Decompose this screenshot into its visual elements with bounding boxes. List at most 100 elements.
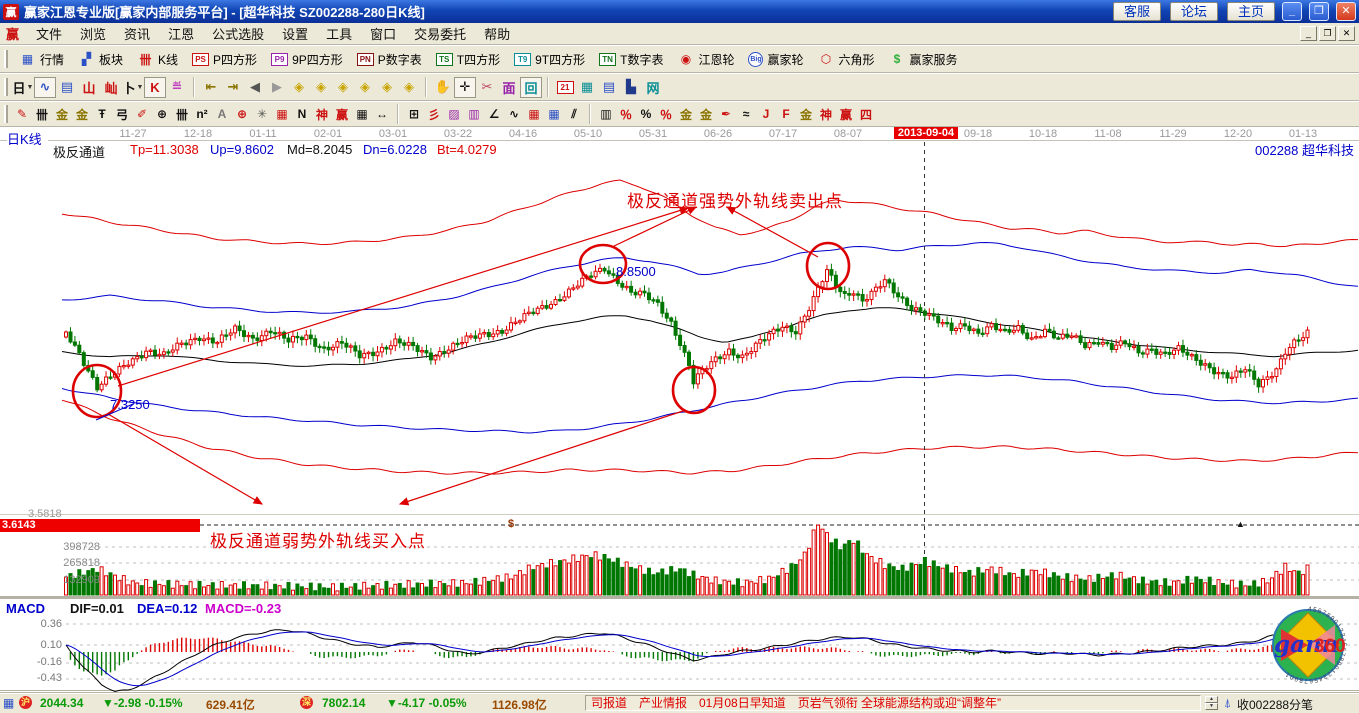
percent-tool[interactable]: % (636, 105, 656, 124)
gold-line-tool[interactable]: 金 (696, 105, 716, 124)
winner-wheel-button[interactable]: Big赢家轮 (741, 50, 810, 69)
grid-ruler-tool[interactable]: 卌 (172, 105, 192, 124)
fan-lines-tool[interactable]: 彡 (424, 105, 444, 124)
time-grid-tool[interactable]: ▦ (544, 105, 564, 124)
menu-item-4[interactable]: 公式选股 (203, 22, 273, 45)
menu-item-9[interactable]: 帮助 (475, 22, 519, 45)
quote-grid-icon[interactable]: ▦ (3, 696, 14, 710)
price-grid-tool[interactable]: ▦ (524, 105, 544, 124)
prev-button[interactable]: ◀ (244, 77, 266, 98)
percent-retrace-tool[interactable]: ％ (656, 105, 676, 124)
save-button[interactable]: ▙ (620, 77, 642, 98)
wave-box-tool[interactable]: ≈ (736, 105, 756, 124)
three-bars-button[interactable]: 山 (78, 77, 100, 98)
ying-grid-tool[interactable]: 赢 (332, 105, 352, 124)
winner-service-button[interactable]: $赢家服务 (882, 50, 965, 69)
percent-line-tool[interactable]: ％ (616, 105, 636, 124)
k-box-button[interactable]: K (144, 77, 166, 98)
shaded-box-tool[interactable]: ▨ (444, 105, 464, 124)
shen-grid-tool[interactable]: 神 (312, 105, 332, 124)
n-wave-tool[interactable]: N (292, 105, 312, 124)
homepage-button[interactable]: 主页 (1227, 2, 1275, 21)
p-square-button[interactable]: PSP四方形 (185, 50, 264, 69)
first-page-button[interactable]: ⇤ (200, 77, 222, 98)
red-grid-tool[interactable]: ▦ (272, 105, 292, 124)
child-minimize-button[interactable]: _ (1300, 26, 1317, 41)
menu-item-7[interactable]: 窗口 (361, 22, 405, 45)
child-close-button[interactable]: ✕ (1338, 26, 1355, 41)
squeeze-right-button[interactable]: ◈ (310, 77, 332, 98)
gann-wheel-button[interactable]: ◉江恩轮 (670, 50, 741, 69)
color-bars-button[interactable]: ≝ (166, 77, 188, 98)
scissors-button[interactable]: ✂ (476, 77, 498, 98)
t-number-button[interactable]: TNT数字表 (592, 50, 670, 69)
shen-angle-tool[interactable]: 神 (816, 105, 836, 124)
forum-button[interactable]: 论坛 (1170, 2, 1218, 21)
star-grid-tool[interactable]: ✳ (252, 105, 272, 124)
next-button[interactable]: ▶ (266, 77, 288, 98)
ink-tool[interactable]: ✒ (716, 105, 736, 124)
calculator-button[interactable]: ▦ (576, 77, 598, 98)
menu-item-6[interactable]: 工具 (317, 22, 361, 45)
gold-grid-tool[interactable]: 金 (52, 105, 72, 124)
menu-item-1[interactable]: 浏览 (71, 22, 115, 45)
volume-ruler-tool[interactable]: ▥ (596, 105, 616, 124)
info-list-button[interactable]: ▤ (56, 77, 78, 98)
quotes-button[interactable]: ▦行情 (12, 50, 71, 69)
menu-item-5[interactable]: 设置 (273, 22, 317, 45)
ticker-spinner[interactable]: ▲▼ (1205, 696, 1218, 710)
pencil-tool[interactable]: ✐ (132, 105, 152, 124)
squeeze-left-button[interactable]: ◈ (288, 77, 310, 98)
mask-tool-button[interactable]: 面 (498, 77, 520, 98)
text-tool[interactable]: A (212, 105, 232, 124)
f-angle-tool[interactable]: F (776, 105, 796, 124)
shrink-v-button[interactable]: ◈ (376, 77, 398, 98)
crosshair-button[interactable]: ✛ (454, 77, 476, 98)
trend-chart-button[interactable]: ∿ (34, 77, 56, 98)
j-angle-tool[interactable]: J (756, 105, 776, 124)
shrink-h-button[interactable]: ◈ (354, 77, 376, 98)
t9-square-button[interactable]: T99T四方形 (507, 50, 592, 69)
gold-angle-tool[interactable]: 金 (796, 105, 816, 124)
hatch-box-tool[interactable]: ▥ (464, 105, 484, 124)
kline-button[interactable]: 卌K线 (130, 50, 185, 69)
menu-item-8[interactable]: 交易委托 (405, 22, 475, 45)
candle-type-button[interactable]: 卜▼ (122, 77, 144, 98)
kline-chart-canvas[interactable]: $▲ (0, 140, 1359, 693)
nine-bars-button[interactable]: 屾 (100, 77, 122, 98)
si-angle-tool[interactable]: 四 (856, 105, 876, 124)
wave-line-tool[interactable]: ∿ (504, 105, 524, 124)
remote-button[interactable]: 网 (642, 77, 664, 98)
n2-tool[interactable]: n² (192, 105, 212, 124)
gold-circle-tool[interactable]: 金 (676, 105, 696, 124)
gold-grid2-tool[interactable]: 金 (72, 105, 92, 124)
menu-item-2[interactable]: 资讯 (115, 22, 159, 45)
close-button[interactable]: ✕ (1336, 2, 1356, 21)
box-cross-tool[interactable]: ⊞ (404, 105, 424, 124)
menu-item-3[interactable]: 江恩 (159, 22, 203, 45)
number-grid-tool[interactable]: ▦ (352, 105, 372, 124)
compass-tool[interactable]: ⊕ (152, 105, 172, 124)
pen-tool[interactable]: ✎ (12, 105, 32, 124)
last-page-button[interactable]: ⇥ (222, 77, 244, 98)
angle-line-tool[interactable]: ∠ (484, 105, 504, 124)
notes-button[interactable]: ▤ (598, 77, 620, 98)
t-square-button[interactable]: TST四方形 (429, 50, 507, 69)
brain-tool-button[interactable]: 回 (520, 77, 542, 98)
tick-data-label[interactable]: 收002288分笔 (1237, 696, 1313, 713)
menu-item-0[interactable]: 文件 (27, 22, 71, 45)
news-ticker[interactable]: 司报道 产业情报 01月08日早知道 页岩气领衔 全球能源结构或迎“调整年” (585, 695, 1201, 711)
shanghai-index-value[interactable]: 2044.34 (40, 696, 83, 710)
p-number-button[interactable]: PNP数字表 (350, 50, 429, 69)
calendar-button[interactable]: 21 (554, 77, 576, 98)
arc-tool[interactable]: 弓 (112, 105, 132, 124)
parallel-lines-tool[interactable]: ⫽ (564, 105, 584, 124)
gann-grid-tool[interactable]: 卌 (32, 105, 52, 124)
hexagon-button[interactable]: ⬡六角形 (811, 50, 882, 69)
f-ruler-tool[interactable]: Ŧ (92, 105, 112, 124)
target-tool[interactable]: ⊕ (232, 105, 252, 124)
child-restore-button[interactable]: ❐ (1319, 26, 1336, 41)
shenzhen-index-value[interactable]: 7802.14 (322, 696, 365, 710)
minimize-button[interactable]: _ (1282, 2, 1302, 21)
expand-h-button[interactable]: ◈ (332, 77, 354, 98)
